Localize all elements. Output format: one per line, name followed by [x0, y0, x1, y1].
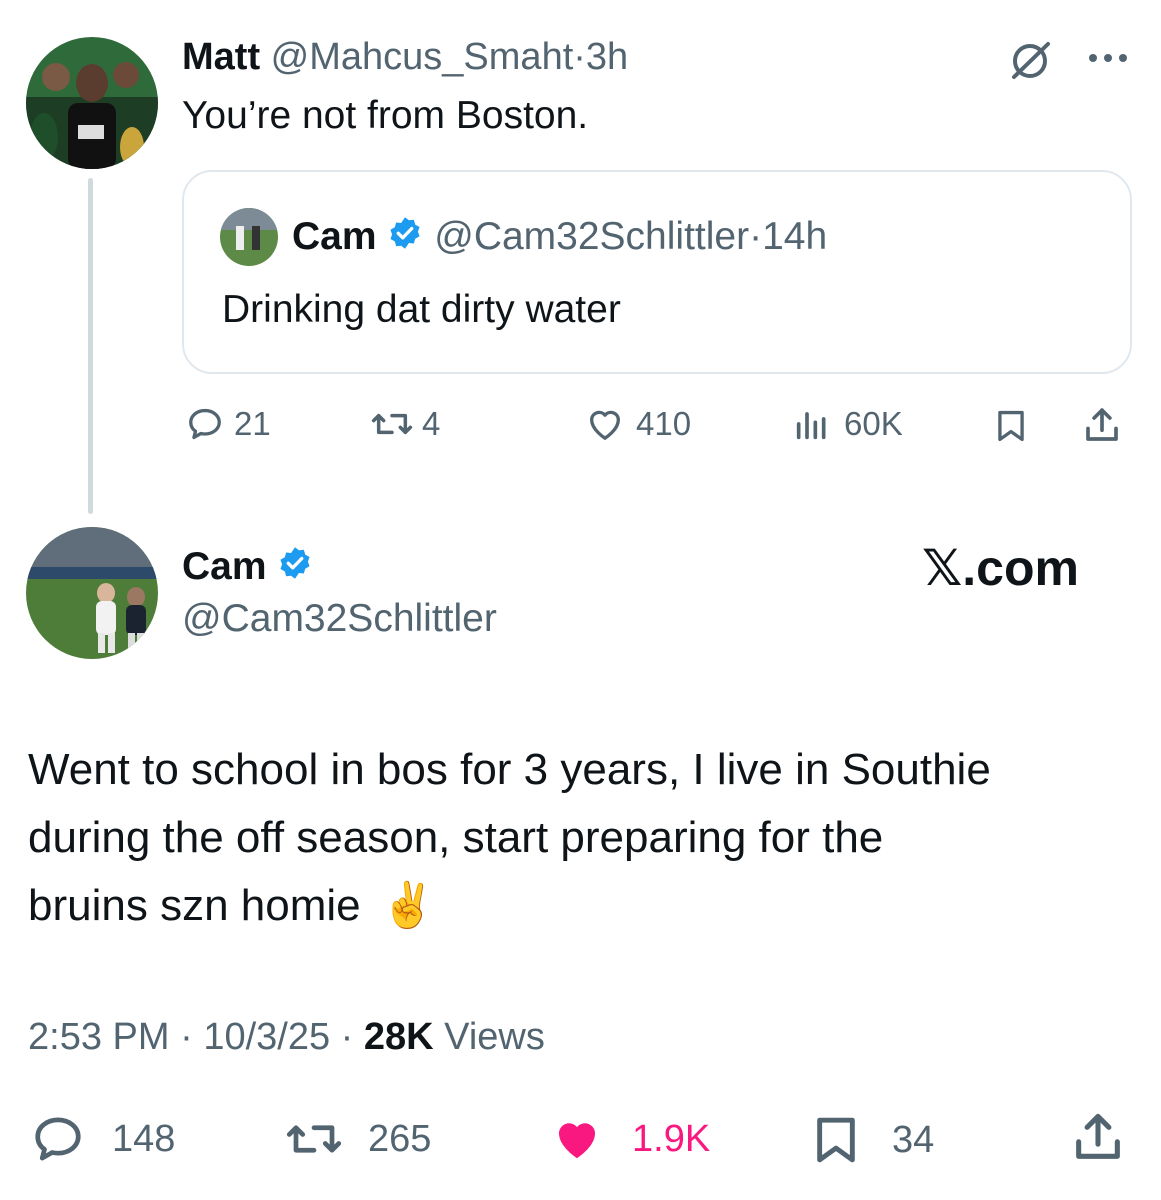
main-like-count: 1.9K	[632, 1117, 711, 1160]
more-icon[interactable]	[1086, 50, 1130, 66]
post-date[interactable]: 10/3/25	[203, 1016, 330, 1058]
reply-text: You’re not from Boston.	[182, 94, 589, 137]
share-icon	[1080, 404, 1124, 446]
timestamp-row: 2:53 PM · 10/3/25 · 28K Views	[28, 1014, 545, 1060]
grok-icon[interactable]	[1008, 38, 1054, 82]
avatar-cam[interactable]	[26, 527, 158, 659]
reply-separator: ·	[573, 36, 586, 78]
main-handle[interactable]: @Cam32Schlittler	[182, 596, 497, 642]
main-repost-count: 265	[368, 1117, 432, 1160]
verified-badge-icon	[277, 545, 313, 592]
quoted-text: Drinking dat dirty water	[222, 288, 621, 331]
quoted-header: Cam @Cam32Schlittler·14h	[292, 214, 827, 262]
main-reply-action[interactable]: 148	[30, 1112, 175, 1166]
like-count: 410	[636, 405, 692, 442]
reply-action[interactable]: 21	[186, 404, 271, 444]
verified-badge-icon	[387, 215, 423, 262]
quoted-tweet-card[interactable]: Cam @Cam32Schlittler·14h Drinking dat di…	[182, 170, 1132, 374]
main-tweet-text: Went to school in bos for 3 years, I liv…	[28, 736, 1138, 940]
repost-icon	[284, 1112, 344, 1166]
repost-count: 4	[422, 405, 441, 442]
main-reply-count: 148	[112, 1117, 176, 1160]
reply-count: 21	[234, 405, 271, 442]
avatar-matt[interactable]	[26, 37, 158, 169]
thread-line	[88, 178, 93, 514]
main-author-name[interactable]: Cam	[182, 545, 267, 588]
like-icon	[548, 1112, 606, 1166]
main-bookmark-count: 34	[892, 1118, 935, 1161]
main-bookmark-action[interactable]: 34	[808, 1112, 934, 1168]
victory-hand-emoji: ✌️	[380, 881, 436, 930]
main-repost-action[interactable]: 265	[284, 1112, 431, 1166]
main-share-action[interactable]	[1068, 1108, 1128, 1166]
repost-action[interactable]: 4	[370, 404, 440, 444]
quoted-author-name[interactable]: Cam	[292, 215, 377, 258]
repost-icon	[370, 404, 414, 444]
reply-handle[interactable]: @Mahcus_Smaht	[271, 36, 574, 78]
date-separator: ·	[340, 1016, 354, 1058]
share-action[interactable]	[1080, 404, 1124, 446]
reply-icon	[30, 1112, 86, 1166]
post-time[interactable]: 2:53 PM	[28, 1016, 170, 1058]
main-author-row: Cam	[182, 544, 313, 592]
like-action[interactable]: 410	[584, 404, 691, 444]
views-icon	[790, 404, 834, 444]
like-icon	[584, 404, 626, 444]
main-text-line3: bruins szn homie ✌️	[28, 872, 1138, 940]
bookmark-icon	[808, 1112, 864, 1168]
quoted-avatar[interactable]	[220, 208, 278, 266]
quoted-time[interactable]: 14h	[762, 215, 827, 258]
share-icon	[1068, 1108, 1128, 1166]
reply-time[interactable]: 3h	[586, 36, 628, 78]
views-label: Views	[444, 1016, 545, 1058]
bookmark-icon	[992, 406, 1030, 446]
views-total: 28K	[363, 1016, 434, 1058]
views-count: 60K	[844, 405, 903, 442]
quoted-handle[interactable]: @Cam32Schlittler	[434, 215, 749, 258]
reply-icon	[186, 404, 224, 444]
main-text-line3-text: bruins szn homie	[28, 881, 361, 930]
main-text-line1: Went to school in bos for 3 years, I liv…	[28, 745, 991, 794]
reply-author-name[interactable]: Matt	[182, 36, 260, 78]
quoted-separator: ·	[749, 215, 763, 258]
x-watermark: 𝕏.com	[922, 540, 1079, 596]
time-separator: ·	[180, 1016, 193, 1058]
main-like-action[interactable]: 1.9K	[548, 1112, 710, 1166]
reply-header: Matt @Mahcus_Smaht·3h	[182, 34, 628, 80]
main-text-line2: during the off season, start preparing f…	[28, 813, 884, 862]
bookmark-action[interactable]	[992, 406, 1030, 446]
views-action[interactable]: 60K	[790, 404, 903, 444]
